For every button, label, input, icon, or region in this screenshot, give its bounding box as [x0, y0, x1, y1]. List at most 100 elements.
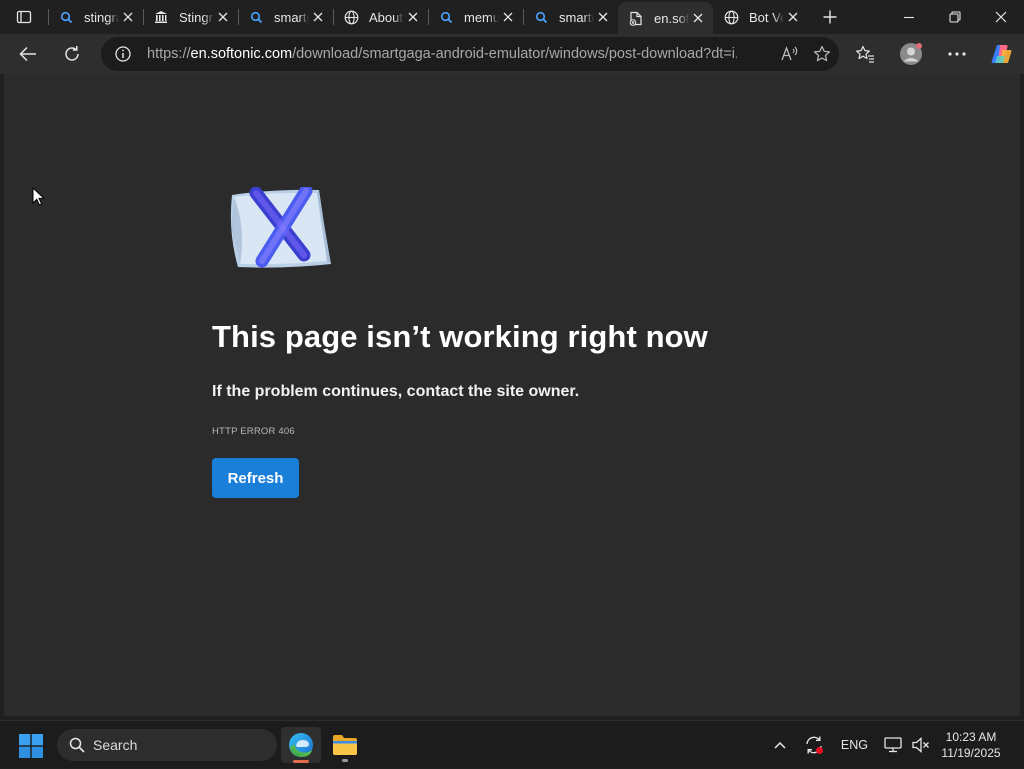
taskbar-edge[interactable] [281, 727, 321, 763]
back-button[interactable] [8, 36, 48, 72]
profile-button[interactable] [888, 36, 934, 72]
search-icon [248, 9, 264, 25]
reload-icon [65, 46, 79, 61]
more-dots-icon [948, 52, 966, 56]
close-window-button[interactable] [978, 0, 1024, 34]
avatar [900, 43, 922, 65]
tab-6-active[interactable]: en.softonic [618, 2, 713, 34]
tab-close-icon[interactable] [689, 9, 707, 27]
tab-0[interactable]: stingray [48, 0, 143, 34]
show-hidden-icons-button[interactable] [763, 721, 797, 769]
tab-label: memu [464, 9, 499, 25]
tab-close-icon[interactable] [404, 8, 422, 26]
tab-label: Stingray [179, 9, 214, 25]
tab-separator [238, 9, 239, 25]
taskbar: Search ENG 10:23 AM 11/19/2025 [0, 720, 1024, 768]
copilot-icon [991, 45, 1012, 63]
refresh-button[interactable]: Refresh [212, 458, 299, 498]
tab-strip: stingray Stingray smartgaga About memu s… [0, 0, 1024, 34]
tab-label: Bot Verification [749, 9, 784, 25]
sync-icon [806, 736, 823, 754]
chevron-up-icon [774, 741, 786, 749]
tab-label: stingray [84, 9, 119, 25]
minimize-button[interactable] [886, 0, 932, 34]
clock-date: 11/19/2025 [941, 746, 1001, 760]
tab-label: smartgaga [274, 9, 309, 25]
open-app-indicator [342, 759, 348, 762]
favorite-star-icon[interactable] [813, 45, 831, 63]
search-icon [58, 9, 74, 25]
copilot-button[interactable] [980, 36, 1024, 72]
taskbar-search[interactable]: Search [57, 729, 277, 761]
taskbar-search-label: Search [93, 737, 138, 753]
search-icon [438, 9, 454, 25]
taskbar-file-explorer[interactable] [325, 727, 365, 763]
toolbar-right [842, 34, 1024, 74]
tab-actions-icon [16, 10, 32, 24]
restore-button[interactable] [932, 0, 978, 34]
volume-tray-button[interactable] [908, 721, 934, 769]
tab-separator [428, 9, 429, 25]
browser-toolbar: https://en.softonic.com/download/smartga… [0, 34, 1024, 74]
tab-1[interactable]: Stingray [143, 0, 238, 34]
tab-close-icon[interactable] [214, 8, 232, 26]
museum-icon [153, 9, 169, 25]
error-code: HTTP ERROR 406 [212, 426, 295, 437]
volume-muted-icon [912, 737, 929, 753]
active-app-indicator [293, 760, 309, 763]
clock-time: 10:23 AM [945, 730, 997, 744]
tab-separator [143, 9, 144, 25]
taskbar-clock[interactable]: 10:23 AM 11/19/2025 [934, 729, 1008, 761]
error-subtitle: If the problem continues, contact the si… [212, 383, 580, 400]
mouse-cursor-icon [32, 187, 44, 206]
tab-close-icon[interactable] [594, 8, 612, 26]
address-bar-actions [781, 37, 831, 71]
tab-close-icon[interactable] [119, 8, 137, 26]
favorites-button[interactable] [842, 36, 888, 72]
url-text[interactable]: https://en.softonic.com/download/smartga… [147, 46, 737, 62]
url-prefix: https:// [147, 46, 191, 62]
system-tray: ENG 10:23 AM 11/19/2025 [763, 721, 1024, 769]
globe-icon [723, 9, 739, 25]
reload-button[interactable] [52, 36, 92, 72]
tab-close-icon[interactable] [309, 8, 327, 26]
tab-actions-button[interactable] [0, 0, 48, 34]
globe-icon [343, 9, 359, 25]
windows-logo-icon [19, 734, 43, 758]
address-bar[interactable]: https://en.softonic.com/download/smartga… [101, 37, 839, 71]
url-host: en.softonic.com [190, 46, 293, 62]
error-title: This page isn’t working right now [212, 319, 708, 354]
start-button[interactable] [14, 731, 48, 761]
language-indicator[interactable]: ENG [831, 738, 878, 752]
read-aloud-icon[interactable] [781, 46, 799, 62]
url-path: /download/smartgaga-android-emulator/win… [292, 46, 737, 62]
broken-page-illustration-icon [230, 187, 331, 268]
tab-3[interactable]: About [333, 0, 428, 34]
tab-close-icon[interactable] [499, 8, 517, 26]
tab-2[interactable]: smartgaga [238, 0, 333, 34]
tab-4[interactable]: memu [428, 0, 523, 34]
page-content: This page isn’t working right now If the… [4, 74, 1020, 716]
broken-page-icon [628, 10, 644, 26]
search-icon [69, 737, 85, 753]
search-icon [533, 9, 549, 25]
tab-label: en.softonic [654, 10, 689, 26]
close-icon [995, 11, 1007, 23]
tab-label: About [369, 9, 403, 25]
new-tab-button[interactable] [812, 0, 848, 34]
back-arrow-icon [19, 46, 36, 62]
network-tray-button[interactable] [878, 721, 908, 769]
plus-icon [823, 10, 837, 24]
settings-more-button[interactable] [934, 36, 980, 72]
restore-icon [949, 11, 961, 23]
tab-label: smartgaga [559, 9, 594, 25]
minimize-icon [904, 16, 914, 19]
sync-tray-button[interactable] [797, 721, 831, 769]
tab-separator [48, 9, 49, 25]
tab-5[interactable]: smartgaga [523, 0, 618, 34]
site-info-icon[interactable] [115, 46, 131, 62]
tab-close-icon[interactable] [784, 8, 802, 26]
tab-7[interactable]: Bot Verification [713, 0, 808, 34]
network-display-icon [884, 737, 902, 753]
tab-separator [523, 9, 524, 25]
